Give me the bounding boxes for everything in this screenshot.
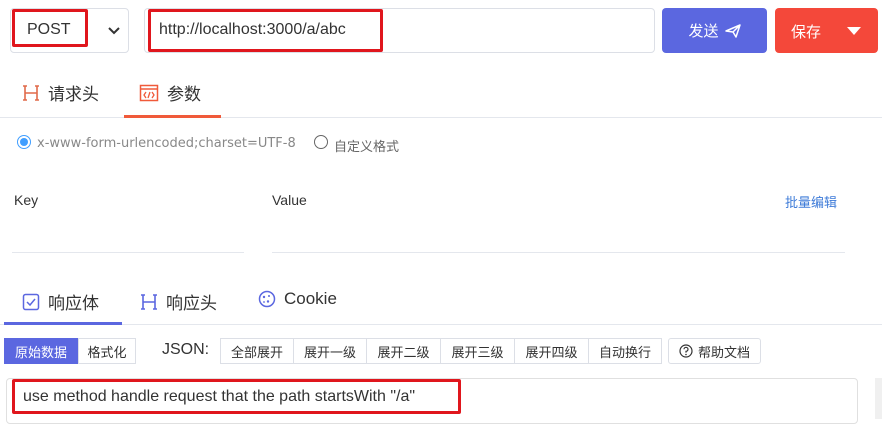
send-icon [724,23,741,38]
view-formatted-label: 格式化 [87,345,127,361]
view-raw-button[interactable]: 原始数据 [4,338,78,364]
cookie-icon [258,290,276,308]
header-h-icon [141,293,157,310]
code-icon [139,84,159,101]
expand-level3-label: 展开三级 [451,345,504,361]
send-label: 发送 [688,22,719,40]
view-raw-label: 原始数据 [14,345,67,361]
save-label: 保存 [791,23,822,41]
radio-custom-format[interactable] [314,135,328,149]
save-button[interactable]: 保存 [775,8,878,53]
send-button[interactable]: 发送 [662,8,767,53]
save-dropdown-icon[interactable] [847,27,861,35]
radio-custom-format-label: 自定义格式 [334,140,400,155]
chevron-down-icon [108,27,120,35]
expand-level1-label: 展开一级 [303,345,356,361]
radio-urlencoded-label: x-www-form-urlencoded;charset=UTF-8 [37,136,296,151]
value-header: Value [272,192,307,208]
tab-response-body[interactable]: 响应体 [22,289,99,314]
checkbox-icon [22,293,40,310]
word-wrap-label: 自动换行 [598,345,651,361]
key-header: Key [14,192,39,208]
help-docs-label: 帮助文档 [697,345,750,361]
key-input-underline[interactable] [12,252,244,253]
tab-request-headers-label: 请求头 [48,85,99,105]
tab-response-headers-label: 响应头 [166,294,217,314]
view-formatted-button[interactable]: 格式化 [78,338,136,364]
method-highlight [12,9,88,47]
url-highlight [148,9,383,52]
value-input-underline[interactable] [272,252,845,253]
expand-level4-label: 展开四级 [525,345,578,361]
response-highlight [12,379,461,414]
help-icon [679,344,693,358]
header-h-icon [23,84,39,101]
expand-level2-label: 展开二级 [377,345,430,361]
expand-level1-button[interactable]: 展开一级 [293,338,367,364]
active-response-tab-indicator [4,322,122,325]
json-label: JSON: [162,341,210,358]
tab-request-headers[interactable]: 请求头 [22,80,99,105]
tab-response-headers[interactable]: 响应头 [140,289,217,314]
bulk-edit-link[interactable]: 批量编辑 [785,192,837,211]
help-docs-button[interactable]: 帮助文档 [668,338,761,364]
expand-level2-button[interactable]: 展开二级 [366,338,441,364]
radio-urlencoded[interactable] [17,135,31,149]
expand-all-button[interactable]: 全部展开 [220,338,294,364]
expand-all-label: 全部展开 [230,345,283,361]
expand-level3-button[interactable]: 展开三级 [440,338,515,364]
active-tab-indicator [124,115,221,118]
tab-params[interactable]: 参数 [139,80,201,105]
word-wrap-button[interactable]: 自动换行 [588,338,662,364]
expand-level4-button[interactable]: 展开四级 [514,338,589,364]
tab-response-body-label: 响应体 [48,294,99,314]
tab-cookie[interactable]: Cookie [258,289,337,309]
divider [0,324,882,325]
scrollbar[interactable] [875,378,882,419]
tab-params-label: 参数 [167,85,201,105]
tab-cookie-label: Cookie [284,289,337,308]
